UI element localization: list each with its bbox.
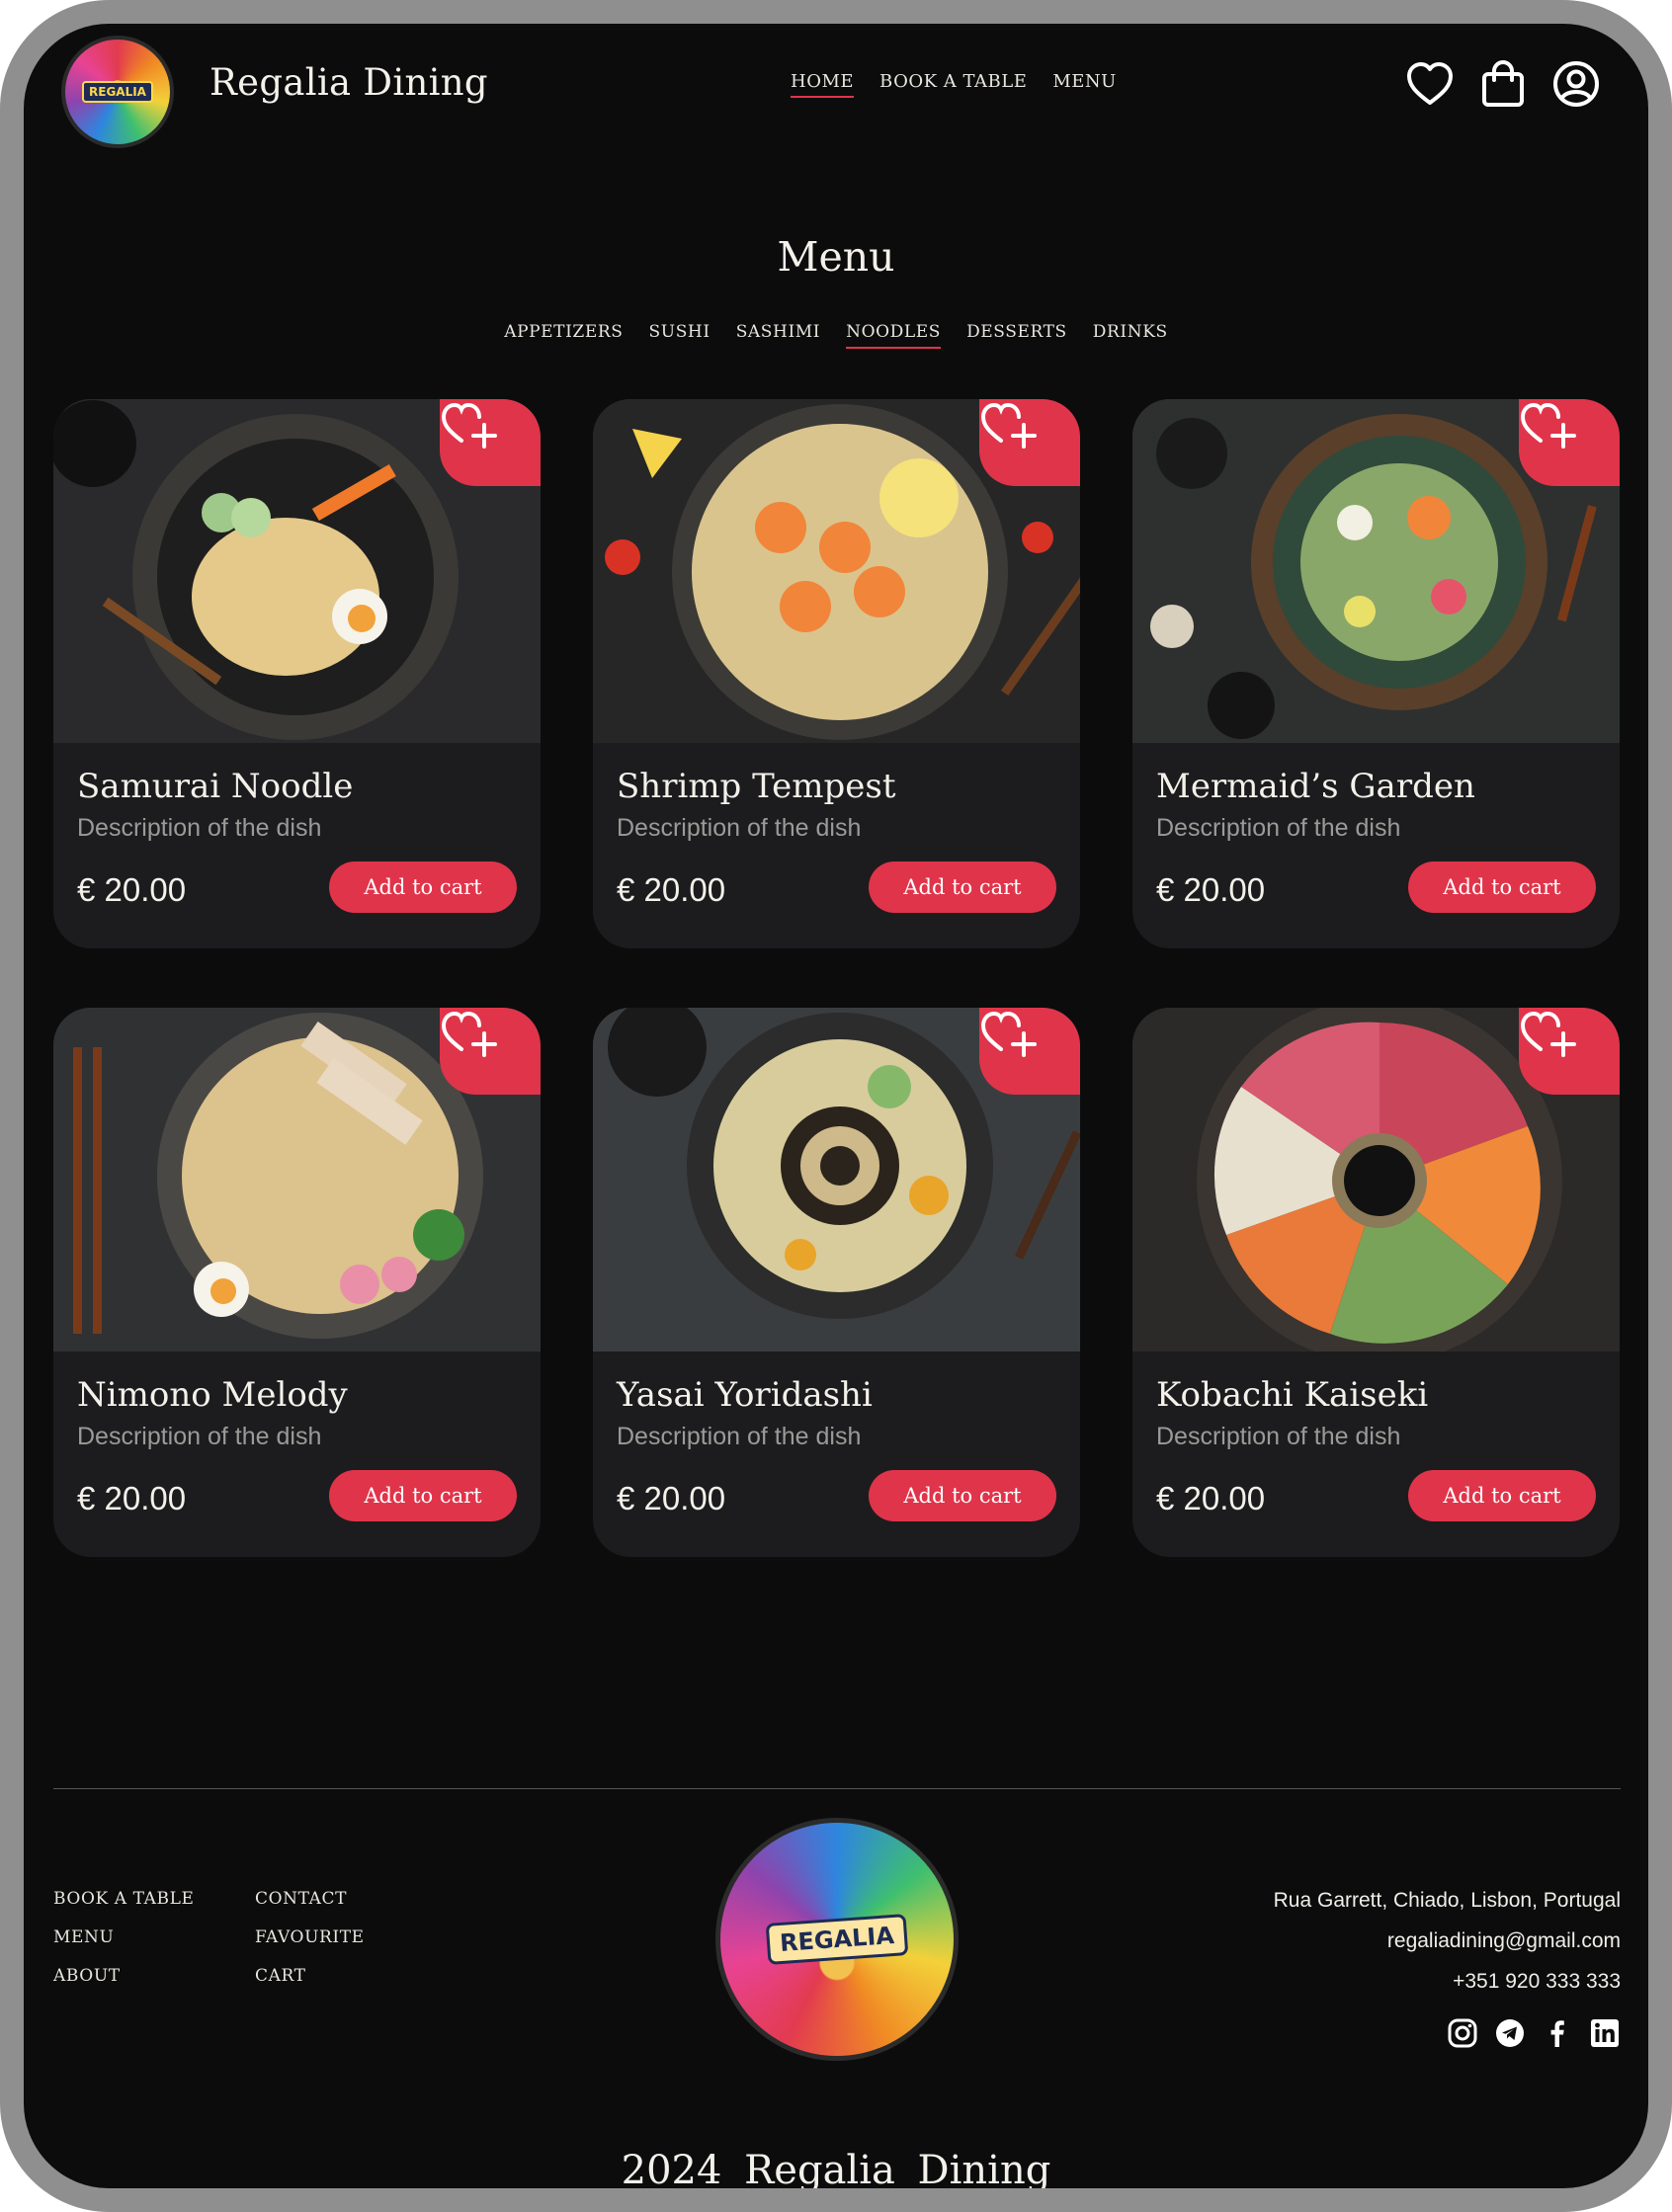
- heart-plus-icon: [980, 1011, 1037, 1057]
- dish-description: Description of the dish: [1156, 1423, 1401, 1450]
- footer-logo-text: REGALIA: [765, 1914, 909, 1965]
- user-icon[interactable]: [1551, 59, 1601, 109]
- dish-card: Shrimp Tempest Description of the dish €…: [593, 399, 1080, 948]
- footer-divider: [53, 1788, 1621, 1789]
- dish-description: Description of the dish: [617, 814, 862, 842]
- instagram-icon[interactable]: [1447, 2017, 1478, 2049]
- add-favourite-button[interactable]: [440, 399, 541, 486]
- nav-book-a-table[interactable]: BOOK A TABLE: [879, 71, 1027, 98]
- dish-card: Samurai Noodle Description of the dish €…: [53, 399, 541, 948]
- heart-plus-icon: [1520, 1011, 1576, 1057]
- dish-card: Kobachi Kaiseki Description of the dish …: [1132, 1008, 1620, 1557]
- top-nav: HOME BOOK A TABLE MENU: [791, 71, 1117, 98]
- phone[interactable]: +351 920 333 333: [1274, 1970, 1621, 2010]
- linkedin-icon[interactable]: [1589, 2017, 1621, 2049]
- heart-plus-icon: [1520, 402, 1576, 449]
- header-actions: [1405, 59, 1601, 109]
- dish-price: € 20.00: [617, 871, 726, 908]
- nav-home[interactable]: HOME: [791, 71, 855, 98]
- footer-link-about[interactable]: ABOUT: [53, 1966, 195, 2005]
- nav-menu[interactable]: MENU: [1052, 71, 1117, 98]
- footer-links-col2: CONTACT FAVOURITE CART: [255, 1889, 365, 2005]
- add-to-cart-button[interactable]: Add to cart: [1408, 861, 1596, 913]
- footer-link-contact[interactable]: CONTACT: [255, 1889, 365, 1927]
- brand-name: Regalia Dining: [209, 61, 488, 104]
- footer-link-cart[interactable]: CART: [255, 1966, 365, 2005]
- add-to-cart-button[interactable]: Add to cart: [869, 1470, 1056, 1521]
- tab-desserts[interactable]: DESSERTS: [966, 322, 1067, 349]
- dish-price: € 20.00: [617, 1480, 726, 1516]
- footer-logo: REGALIA: [715, 1818, 959, 2061]
- menu-title: Menu: [777, 233, 895, 281]
- add-favourite-button[interactable]: [1519, 399, 1620, 486]
- dish-price: € 20.00: [1156, 1480, 1266, 1516]
- dish-description: Description of the dish: [1156, 814, 1401, 842]
- dish-price: € 20.00: [77, 871, 187, 908]
- dish-name: Nimono Melody: [77, 1375, 348, 1415]
- dish-photo: [593, 1008, 1080, 1352]
- dish-description: Description of the dish: [77, 1423, 322, 1450]
- dish-photo: [53, 1008, 541, 1352]
- heart-plus-icon: [441, 402, 497, 449]
- add-favourite-button[interactable]: [1519, 1008, 1620, 1095]
- dish-name: Samurai Noodle: [77, 767, 354, 806]
- tab-sashimi[interactable]: SASHIMI: [736, 322, 820, 349]
- dish-card: Mermaid’s Garden Description of the dish…: [1132, 399, 1620, 948]
- dish-name: Kobachi Kaiseki: [1156, 1375, 1429, 1415]
- add-favourite-button[interactable]: [979, 1008, 1080, 1095]
- copyright: 2024 Regalia Dining: [621, 2148, 1051, 2193]
- add-favourite-button[interactable]: [440, 1008, 541, 1095]
- tab-noodles[interactable]: NOODLES: [846, 322, 942, 349]
- facebook-icon[interactable]: [1542, 2017, 1573, 2049]
- logo-text: REGALIA: [82, 81, 153, 103]
- footer-link-favourite[interactable]: FAVOURITE: [255, 1927, 365, 1966]
- dish-photo: [1132, 1008, 1620, 1352]
- dish-photo: [593, 399, 1080, 743]
- heart-icon[interactable]: [1405, 59, 1455, 109]
- heart-plus-icon: [980, 402, 1037, 449]
- tab-sushi[interactable]: SUSHI: [649, 322, 711, 349]
- logo[interactable]: REGALIA: [61, 36, 174, 148]
- dish-description: Description of the dish: [617, 1423, 862, 1450]
- dish-name: Yasai Yoridashi: [617, 1375, 873, 1415]
- dish-photo: [53, 399, 541, 743]
- category-tabs: APPETIZERS SUSHI SASHIMI NOODLES DESSERT…: [24, 322, 1648, 349]
- email[interactable]: regaliadining@gmail.com: [1274, 1929, 1621, 1970]
- contact-info: Rua Garrett, Chiado, Lisbon, Portugal re…: [1274, 1889, 1621, 2010]
- social-links: [1447, 2017, 1621, 2049]
- heart-plus-icon: [441, 1011, 497, 1057]
- footer-link-book-a-table[interactable]: BOOK A TABLE: [53, 1889, 195, 1927]
- add-favourite-button[interactable]: [979, 399, 1080, 486]
- address: Rua Garrett, Chiado, Lisbon, Portugal: [1273, 1889, 1621, 1912]
- footer-link-menu[interactable]: MENU: [53, 1927, 195, 1966]
- footer-links-col1: BOOK A TABLE MENU ABOUT: [53, 1889, 195, 2005]
- add-to-cart-button[interactable]: Add to cart: [329, 1470, 517, 1521]
- tab-drinks[interactable]: DRINKS: [1093, 322, 1168, 349]
- dish-price: € 20.00: [1156, 871, 1266, 908]
- tab-appetizers[interactable]: APPETIZERS: [504, 322, 623, 349]
- shopping-bag-icon[interactable]: [1478, 59, 1528, 109]
- dish-name: Shrimp Tempest: [617, 767, 896, 806]
- add-to-cart-button[interactable]: Add to cart: [1408, 1470, 1596, 1521]
- dish-price: € 20.00: [77, 1480, 187, 1516]
- dish-name: Mermaid’s Garden: [1156, 767, 1475, 806]
- device-frame: REGALIA Regalia Dining HOME BOOK A TABLE…: [0, 0, 1672, 2212]
- add-to-cart-button[interactable]: Add to cart: [869, 861, 1056, 913]
- dish-card: Yasai Yoridashi Description of the dish …: [593, 1008, 1080, 1557]
- telegram-icon[interactable]: [1494, 2017, 1526, 2049]
- add-to-cart-button[interactable]: Add to cart: [329, 861, 517, 913]
- page: REGALIA Regalia Dining HOME BOOK A TABLE…: [24, 24, 1648, 2188]
- dish-description: Description of the dish: [77, 814, 322, 842]
- dish-card: Nimono Melody Description of the dish € …: [53, 1008, 541, 1557]
- dish-photo: [1132, 399, 1620, 743]
